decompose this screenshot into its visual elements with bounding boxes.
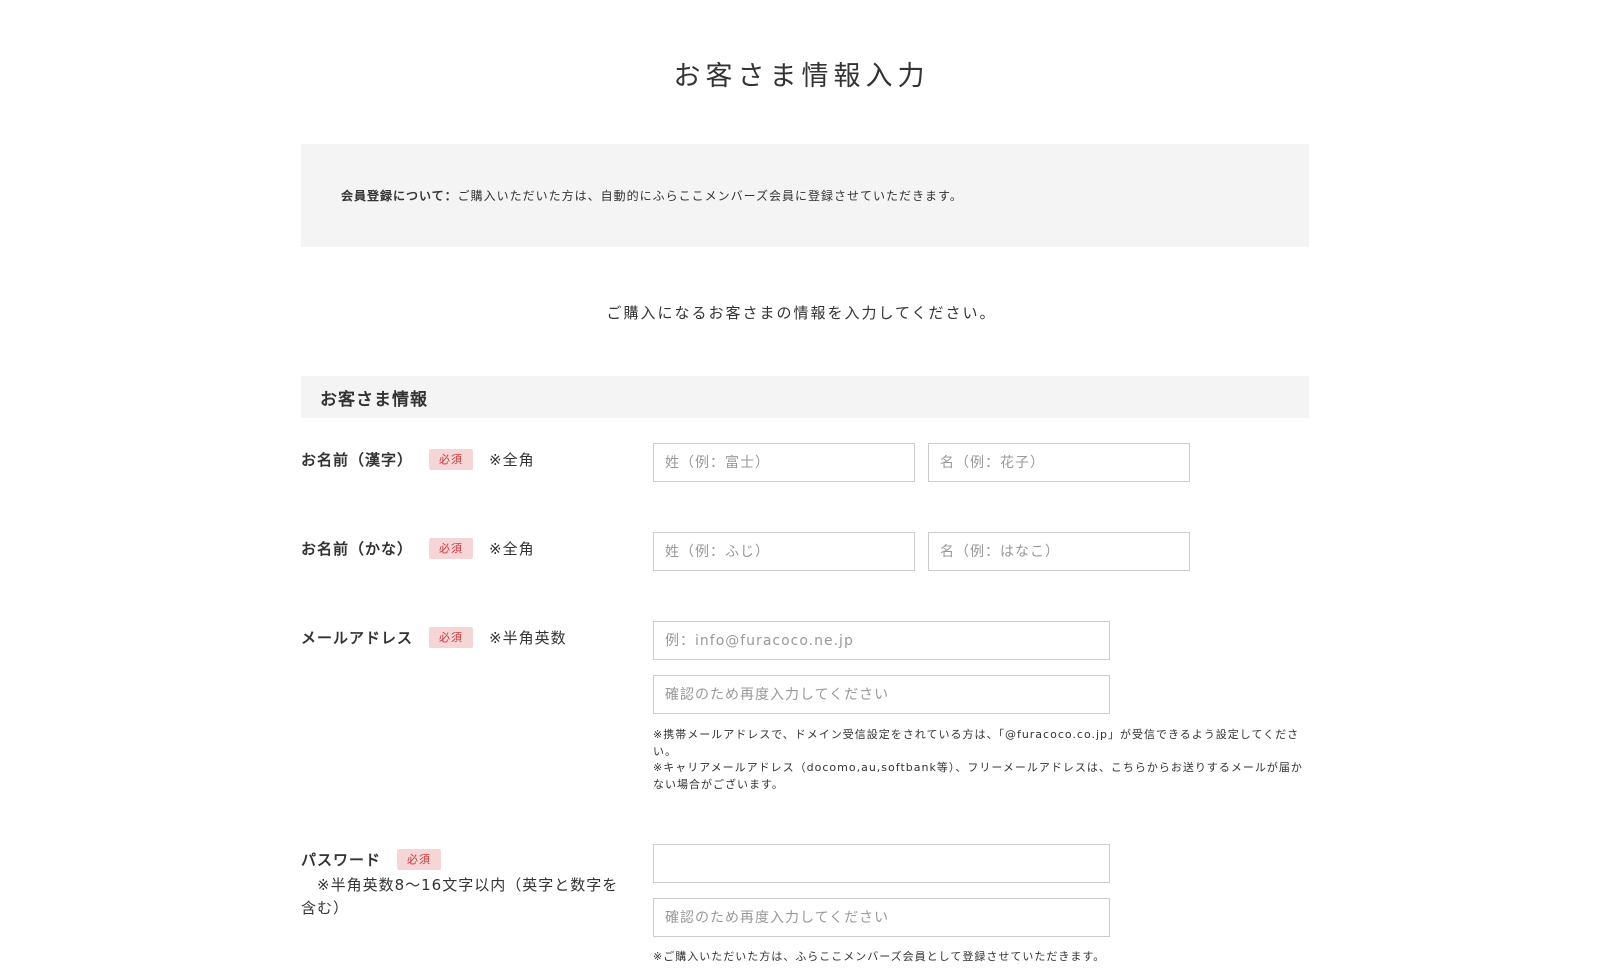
required-badge: 必須	[429, 449, 474, 470]
last-name-kana-input[interactable]	[653, 532, 915, 571]
required-badge: 必須	[429, 538, 474, 559]
name-kana-label-row: お名前（かな） 必須 ※全角	[301, 538, 535, 559]
password-label: パスワード	[301, 851, 382, 869]
required-badge: 必須	[397, 849, 442, 870]
email-input[interactable]	[653, 621, 1110, 660]
email-label-row: メールアドレス 必須 ※半角英数	[301, 627, 567, 648]
notice-label: 会員登録について：	[341, 189, 458, 203]
name-kanji-label-row: お名前（漢字） 必須 ※全角	[301, 449, 535, 470]
email-help-text: ※携帯メールアドレスで、ドメイン受信設定をされている方は、「@furacoco.…	[653, 727, 1313, 793]
password-label-row: パスワード 必須	[301, 849, 442, 870]
first-name-kana-input[interactable]	[928, 532, 1190, 571]
email-help-domain: ※携帯メールアドレスで、ドメイン受信設定をされている方は、「@furacoco.…	[653, 728, 1300, 758]
password-input[interactable]	[653, 844, 1110, 883]
email-help-carrier: ※キャリアメールアドレス（docomo,au,softbank等）、フリーメール…	[653, 761, 1303, 791]
name-kana-note: ※全角	[489, 540, 535, 558]
page-title: お客さま情報入力	[673, 61, 930, 92]
section-title: お客さま情報	[301, 376, 1309, 418]
email-confirm-input[interactable]	[653, 675, 1110, 714]
password-help-text: ※ご購入いただいた方は、ふらここメンバーズ会員として登録させていただきます。	[653, 950, 1106, 963]
email-label: メールアドレス	[301, 629, 414, 647]
intro-text: ご購入になるお客さまの情報を入力してください。	[606, 304, 997, 322]
last-name-kanji-input[interactable]	[653, 443, 915, 482]
page: お客さま情報入力 会員登録について：ご購入いただいた方は、自動的にふらここメンバ…	[0, 0, 1603, 971]
name-kanji-note: ※全角	[489, 451, 535, 469]
first-name-kanji-input[interactable]	[928, 443, 1190, 482]
password-note: ※半角英数8〜16文字以内（英字と数字を含む）	[301, 876, 619, 917]
name-kanji-label: お名前（漢字）	[301, 451, 414, 469]
notice-text: ご購入いただいた方は、自動的にふらここメンバーズ会員に登録させていただきます。	[457, 189, 963, 203]
email-note: ※半角英数	[489, 629, 567, 647]
required-badge: 必須	[429, 627, 474, 648]
password-confirm-input[interactable]	[653, 898, 1110, 937]
name-kana-label: お名前（かな）	[301, 540, 414, 558]
membership-notice: 会員登録について：ご購入いただいた方は、自動的にふらここメンバーズ会員に登録させ…	[301, 144, 1309, 247]
